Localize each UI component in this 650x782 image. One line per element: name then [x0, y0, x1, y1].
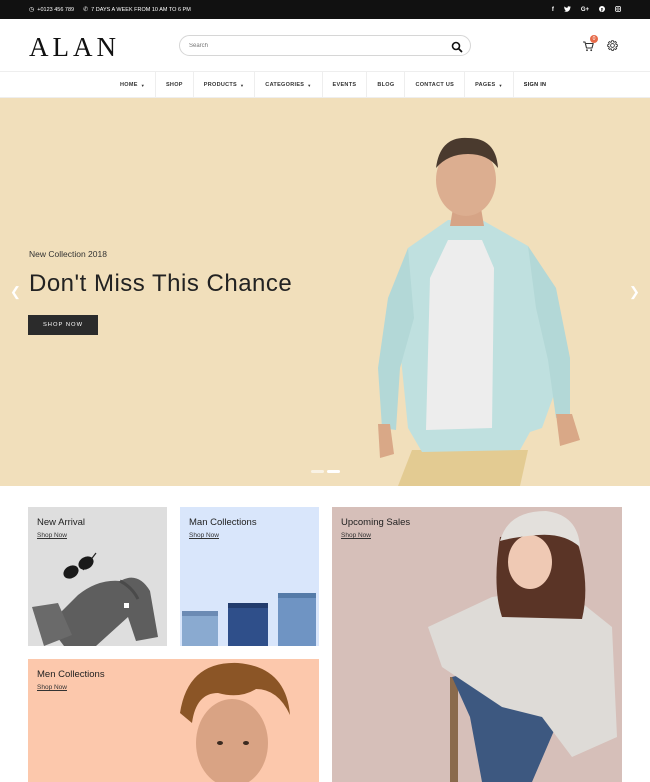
nav-blog-label: BLOG [377, 82, 395, 88]
top-bar-hours: ✆ 7 DAYS A WEEK FROM 10 AM TO 6 PM [83, 7, 191, 13]
nav-contact-label: CONTACT US [415, 82, 455, 88]
settings-button[interactable] [606, 39, 619, 52]
opening-hours: 7 DAYS A WEEK FROM 10 AM TO 6 PM [91, 6, 191, 13]
clock-icon: ◷ [29, 6, 35, 13]
hero-eyebrow: New Collection 2018 [29, 249, 107, 259]
nav-blog[interactable]: BLOG [367, 72, 406, 98]
cart-button[interactable]: 0 [582, 35, 598, 53]
twitter-icon[interactable] [563, 5, 571, 14]
pinterest-icon[interactable]: p [599, 5, 605, 14]
nav-home-label: HOME [120, 82, 138, 88]
nav-pages[interactable]: PAGES ▼ [465, 72, 514, 98]
top-bar: ◷ +0123 456 789 ✆ 7 DAYS A WEEK FROM 10 … [0, 0, 650, 19]
slider-pagination [311, 470, 340, 473]
slider-prev-icon[interactable]: ❮ [10, 284, 21, 300]
site-header: ALAN 0 [0, 19, 650, 71]
nav-products-label: PRODUCTS [203, 82, 238, 88]
site-logo[interactable]: ALAN [29, 32, 120, 63]
nav-events[interactable]: EVENTS [323, 72, 368, 98]
search-box [179, 35, 471, 56]
phone-number: +0123 456 789 [37, 6, 75, 13]
top-bar-phone[interactable]: ◷ +0123 456 789 [29, 7, 74, 13]
slider-dot-active[interactable] [327, 470, 340, 473]
nav-categories-label: CATEGORIES [265, 82, 305, 88]
woman-model-image [428, 511, 617, 782]
jeans-image [182, 593, 316, 646]
sunglasses-shape [63, 552, 97, 579]
caret-down-icon: ▼ [240, 82, 245, 88]
svg-text:p: p [601, 6, 604, 11]
nav-contact-us[interactable]: CONTACT US [405, 72, 466, 98]
main-navigation: HOME ▼ SHOP PRODUCTS ▼ CATEGORIES ▼ EVENTS … [0, 71, 650, 98]
sweater-sunglasses-image [32, 552, 158, 646]
slider-dot[interactable] [311, 470, 324, 473]
man-model-image [180, 662, 290, 782]
search-input[interactable] [189, 39, 439, 53]
banner-men-collections[interactable]: Men Collections Shop Now [28, 659, 319, 782]
hero-model-image [378, 137, 580, 486]
caret-down-icon: ▼ [140, 82, 145, 88]
nav-shop-label: SHOP [165, 82, 183, 88]
phone-icon: ✆ [83, 6, 89, 13]
caret-down-icon: ▼ [307, 82, 312, 88]
nav-shop[interactable]: SHOP [156, 72, 194, 98]
caret-down-icon: ▼ [498, 82, 503, 88]
gear-icon [607, 40, 618, 51]
nav-sign-in[interactable]: SIGN IN [514, 72, 557, 98]
nav-pages-label: PAGES [475, 82, 496, 88]
slider-next-icon[interactable]: ❯ [629, 284, 640, 300]
cart-count-badge: 0 [590, 35, 598, 43]
nav-categories[interactable]: CATEGORIES ▼ [255, 72, 323, 98]
hero-slider: New Collection 2018 Don't Miss This Chan… [0, 98, 650, 486]
banner-upcoming-sales[interactable]: Upcoming Sales Shop Now [332, 507, 622, 782]
instagram-icon[interactable] [615, 5, 621, 14]
facebook-icon[interactable]: f [552, 7, 554, 13]
nav-sign-in-label: SIGN IN [523, 82, 547, 88]
shop-now-button[interactable]: SHOP NOW [28, 315, 98, 335]
social-links: f G+ p [552, 0, 621, 19]
nav-products[interactable]: PRODUCTS ▼ [194, 72, 256, 98]
banner-new-arrival[interactable]: New Arrival Shop Now [28, 507, 167, 646]
google-plus-icon[interactable]: G+ [581, 7, 589, 13]
top-bar-contact: ◷ +0123 456 789 ✆ 7 DAYS A WEEK FROM 10 … [29, 0, 191, 19]
banner-man-collections[interactable]: Man Collections Shop Now [180, 507, 319, 646]
hero-headline: Don't Miss This Chance [29, 270, 293, 297]
nav-home[interactable]: HOME ▼ [110, 72, 156, 98]
nav-events-label: EVENTS [332, 82, 357, 88]
search-icon[interactable] [451, 40, 463, 53]
